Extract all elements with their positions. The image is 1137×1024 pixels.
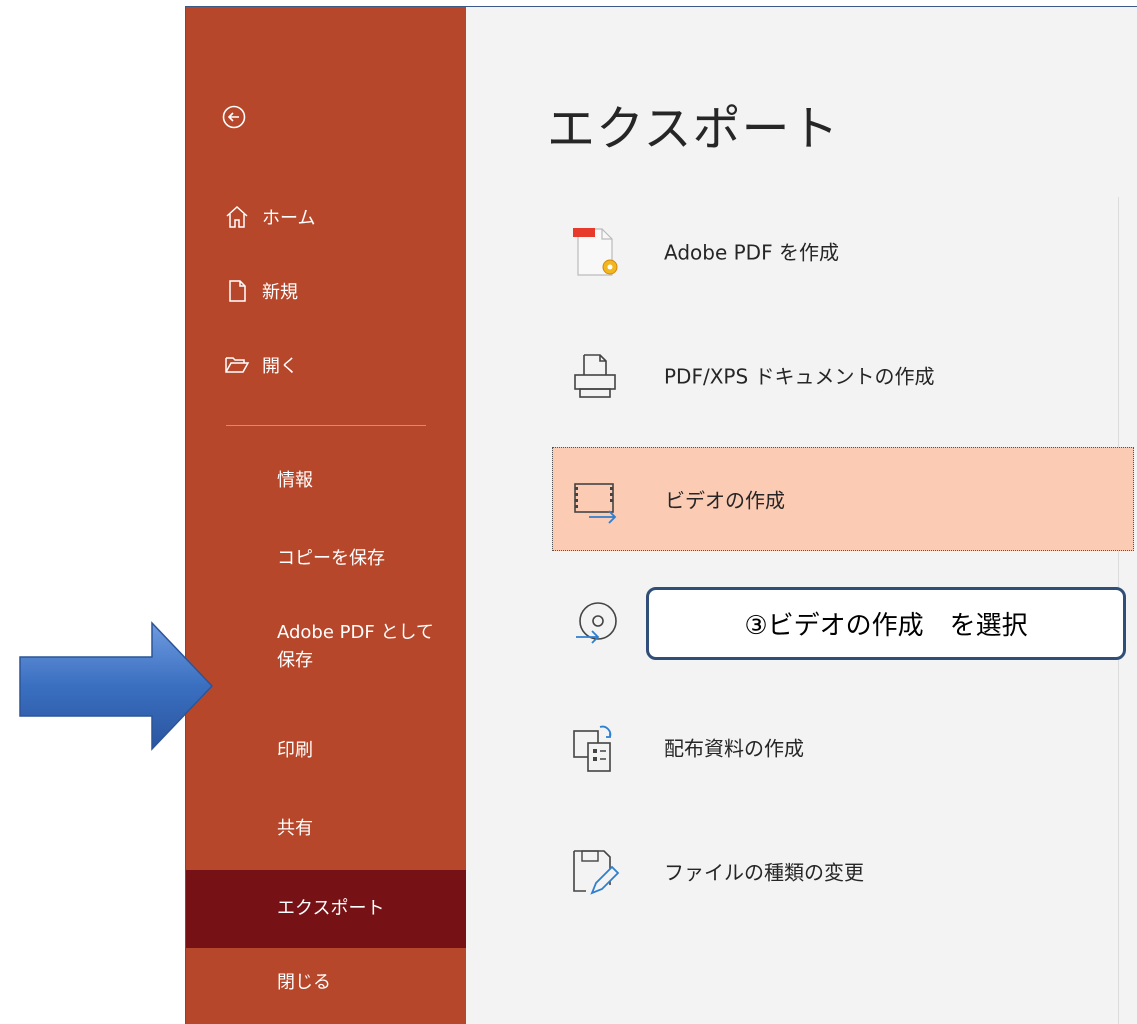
option-create-adobe-pdf[interactable]: Adobe PDF を作成	[552, 199, 1134, 303]
cd-package-icon	[576, 602, 617, 644]
sidebar-item-label: 情報	[277, 470, 313, 491]
sidebar-item-label: Adobe PDF として保存	[277, 622, 434, 671]
annotation-callout: ③ビデオの作成 を選択	[646, 587, 1126, 660]
sidebar-divider	[226, 425, 426, 426]
option-create-pdf-xps[interactable]: PDF/XPS ドキュメントの作成	[552, 323, 1134, 427]
annotation-arrow-icon	[19, 621, 214, 751]
video-icon	[574, 483, 617, 524]
option-create-handouts[interactable]: 配布資料の作成	[552, 695, 1134, 799]
handout-icon	[573, 725, 612, 772]
sidebar-item-label: 新規	[262, 282, 298, 303]
option-change-file-type[interactable]: ファイルの種類の変更	[552, 819, 1134, 923]
sidebar-item-label: コピーを保存	[277, 548, 385, 569]
sidebar-item-share[interactable]: 共有	[186, 815, 466, 843]
sidebar-item-label: 共有	[277, 818, 313, 839]
option-label: ビデオの作成	[665, 488, 785, 513]
option-label: PDF/XPS ドキュメントの作成	[664, 364, 935, 389]
adobe-pdf-icon	[573, 228, 618, 276]
pdf-xps-icon	[574, 354, 616, 398]
sidebar-item-label: エクスポート	[277, 898, 385, 919]
sidebar-item-label: 印刷	[277, 740, 313, 761]
change-file-type-icon	[573, 850, 620, 895]
powerpoint-backstage-window: ホーム 新規 開く 情報 コピーを保存 Adobe PDF として保存 印刷 共…	[185, 6, 1137, 1024]
sidebar-item-label: 閉じる	[277, 972, 331, 993]
sidebar-item-close[interactable]: 閉じる	[186, 969, 466, 997]
option-label: 配布資料の作成	[664, 736, 804, 761]
page-title: エクスポート	[547, 101, 840, 157]
option-label: Adobe PDF を作成	[664, 240, 839, 265]
sidebar-item-label: ホーム	[262, 208, 316, 229]
export-pane: エクスポート Adobe PDF を作成 PDF/XPS ドキュメントの作成 ビ…	[466, 7, 1137, 1024]
option-label: ファイルの種類の変更	[664, 860, 864, 885]
option-create-video[interactable]: ビデオの作成	[552, 447, 1134, 551]
sidebar-item-export[interactable]: エクスポート	[186, 870, 466, 948]
sidebar-item-label: 開く	[262, 356, 298, 377]
